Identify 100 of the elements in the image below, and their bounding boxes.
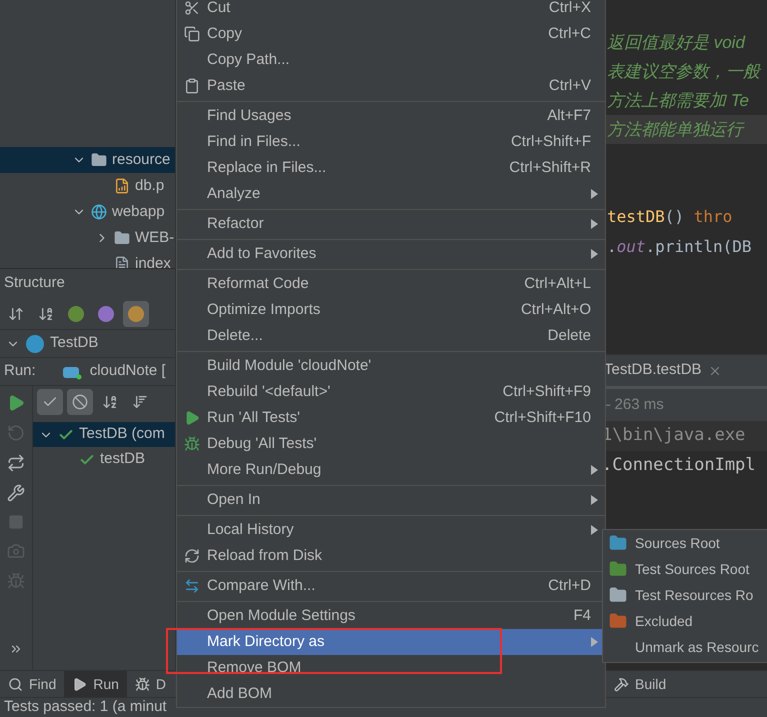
folder-icon xyxy=(114,230,130,246)
tool-window-button[interactable]: Run xyxy=(64,671,127,697)
menu-item[interactable]: Build Module 'cloudNote' xyxy=(177,353,605,379)
menu-item[interactable]: Open Module Settings F4 xyxy=(177,603,605,629)
menu-item[interactable]: Copy Ctrl+C xyxy=(177,21,605,47)
menu-item[interactable]: Delete... Delete xyxy=(177,323,605,349)
folder-icon xyxy=(609,586,627,604)
menu-item[interactable]: Add to Favorites xyxy=(177,241,605,267)
test-row[interactable]: TestDB (com xyxy=(33,422,175,447)
tree-row[interactable]: resource xyxy=(0,147,175,173)
clipboard-icon xyxy=(184,78,200,94)
menu-item[interactable]: Compare With... Ctrl+D xyxy=(177,573,605,599)
test-label: testDB xyxy=(100,449,146,470)
menu-item[interactable]: Add BOM xyxy=(177,681,605,707)
test-row[interactable]: testDB xyxy=(33,447,175,472)
sort-duration-icon xyxy=(132,394,148,410)
property-icon xyxy=(98,306,114,322)
menu-item[interactable]: Analyze xyxy=(177,181,605,207)
run-tab[interactable]: TestDB.testDB xyxy=(604,359,722,382)
toolbar-button[interactable] xyxy=(123,300,149,326)
tree-item-label: index xyxy=(135,254,171,268)
folder-icon xyxy=(609,534,627,552)
menu-item[interactable]: Optimize Imports Ctrl+Alt+O xyxy=(177,297,605,323)
tree-row[interactable]: db.p xyxy=(0,173,175,199)
menu-item[interactable]: Refactor xyxy=(177,211,605,237)
test-label: TestDB (com xyxy=(79,424,165,444)
field-icon xyxy=(128,306,144,322)
menu-item[interactable]: Find Usages Alt+F7 xyxy=(177,103,605,129)
tree-item-label: db.p xyxy=(135,176,164,196)
tree-row[interactable]: index xyxy=(0,251,175,268)
search-icon xyxy=(8,676,23,692)
tool-window-button[interactable]: Build xyxy=(606,671,674,697)
menu-item[interactable]: Test Resources Ro xyxy=(603,582,767,608)
shortcut-text: Ctrl+Shift+R xyxy=(509,158,592,178)
menu-item[interactable]: Reload from Disk xyxy=(177,543,605,569)
ban-icon xyxy=(72,394,88,410)
menu-item[interactable]: Find in Files... Ctrl+Shift+F xyxy=(177,129,605,155)
inherited-icon xyxy=(68,306,84,322)
console-line: .ConnectionImpl xyxy=(602,454,756,478)
shortcut-text: Delete xyxy=(548,326,592,346)
menu-item[interactable]: Mark Directory as xyxy=(177,629,605,655)
play-icon xyxy=(184,410,200,426)
tree-item-label: WEB- xyxy=(135,228,174,248)
run-label: Run: xyxy=(4,361,36,382)
menu-item[interactable]: Debug 'All Tests' xyxy=(177,431,605,457)
menu-item[interactable]: Replace in Files... Ctrl+Shift+R xyxy=(177,155,605,181)
menu-item[interactable]: Copy Path... xyxy=(177,47,605,73)
bug-icon xyxy=(184,436,200,452)
shortcut-text: Ctrl+X xyxy=(548,0,592,18)
menu-item[interactable]: Paste Ctrl+V xyxy=(177,73,605,99)
toggle-icon[interactable] xyxy=(7,454,25,472)
tool-window-button[interactable]: Find xyxy=(0,671,64,697)
shortcut-text: F4 xyxy=(573,606,592,626)
menu-item[interactable]: Run 'All Tests' Ctrl+Shift+F10 xyxy=(177,405,605,431)
menu-item[interactable]: More Run/Debug xyxy=(177,457,605,483)
toolbar-button[interactable] xyxy=(37,389,63,415)
sort-visibility-icon xyxy=(8,306,24,322)
shortcut-text: Ctrl+C xyxy=(548,24,592,44)
tree-item-label: webapp xyxy=(112,202,165,222)
tree-row[interactable]: webapp xyxy=(0,199,175,225)
toolbar-button[interactable] xyxy=(67,389,93,415)
code-line: .out.println(DB xyxy=(607,236,752,258)
wrench-icon[interactable] xyxy=(7,484,25,502)
shortcut-text: Ctrl+V xyxy=(548,76,592,96)
menu-item[interactable]: Rebuild '<default>' Ctrl+Shift+F9 xyxy=(177,379,605,405)
menu-item[interactable]: Cut Ctrl+X xyxy=(177,0,605,21)
menu-item[interactable]: Sources Root xyxy=(603,530,767,556)
folder-icon xyxy=(609,612,627,630)
menu-item[interactable]: Open In xyxy=(177,487,605,513)
bug-icon xyxy=(134,676,150,692)
play-icon xyxy=(72,676,88,692)
console-line: 1\bin\java.exe xyxy=(602,424,746,448)
compare-arrows-icon xyxy=(184,578,200,594)
shortcut-text: Ctrl+Shift+F xyxy=(510,132,592,152)
tree-item-label: resource xyxy=(112,150,170,170)
sort-alpha-icon xyxy=(38,306,54,322)
class-icon xyxy=(26,334,44,352)
sort-alpha-icon xyxy=(102,394,118,410)
shortcut-text: Ctrl+Alt+O xyxy=(520,300,592,320)
menu-item[interactable]: Test Sources Root xyxy=(603,556,767,582)
reload-icon xyxy=(184,548,200,564)
code-line: testDB() thro xyxy=(607,206,732,228)
panel-title: Structure xyxy=(4,273,65,294)
play-icon[interactable] xyxy=(7,394,25,412)
shortcut-text: Ctrl+Alt+L xyxy=(524,274,592,294)
scissors-icon xyxy=(184,0,200,16)
menu-item[interactable]: Remove BOM xyxy=(177,655,605,681)
status-text: Tests passed: 1 (a minut xyxy=(4,697,167,717)
shortcut-text: Alt+F7 xyxy=(547,106,592,126)
menu-item[interactable]: Reformat Code Ctrl+Alt+L xyxy=(177,271,605,297)
file-chart-icon xyxy=(114,178,130,194)
menu-item[interactable]: Excluded xyxy=(603,608,767,634)
shortcut-text: Ctrl+Shift+F9 xyxy=(502,382,592,402)
tree-row[interactable]: WEB- xyxy=(0,225,175,251)
copy-icon xyxy=(184,26,200,42)
run-config-name: cloudNote [ xyxy=(90,361,166,382)
globe-folder-icon xyxy=(91,204,107,220)
tool-window-button[interactable]: D xyxy=(126,671,174,697)
folder-icon xyxy=(91,152,107,168)
menu-item[interactable]: Unmark as Resourc xyxy=(603,634,767,660)
